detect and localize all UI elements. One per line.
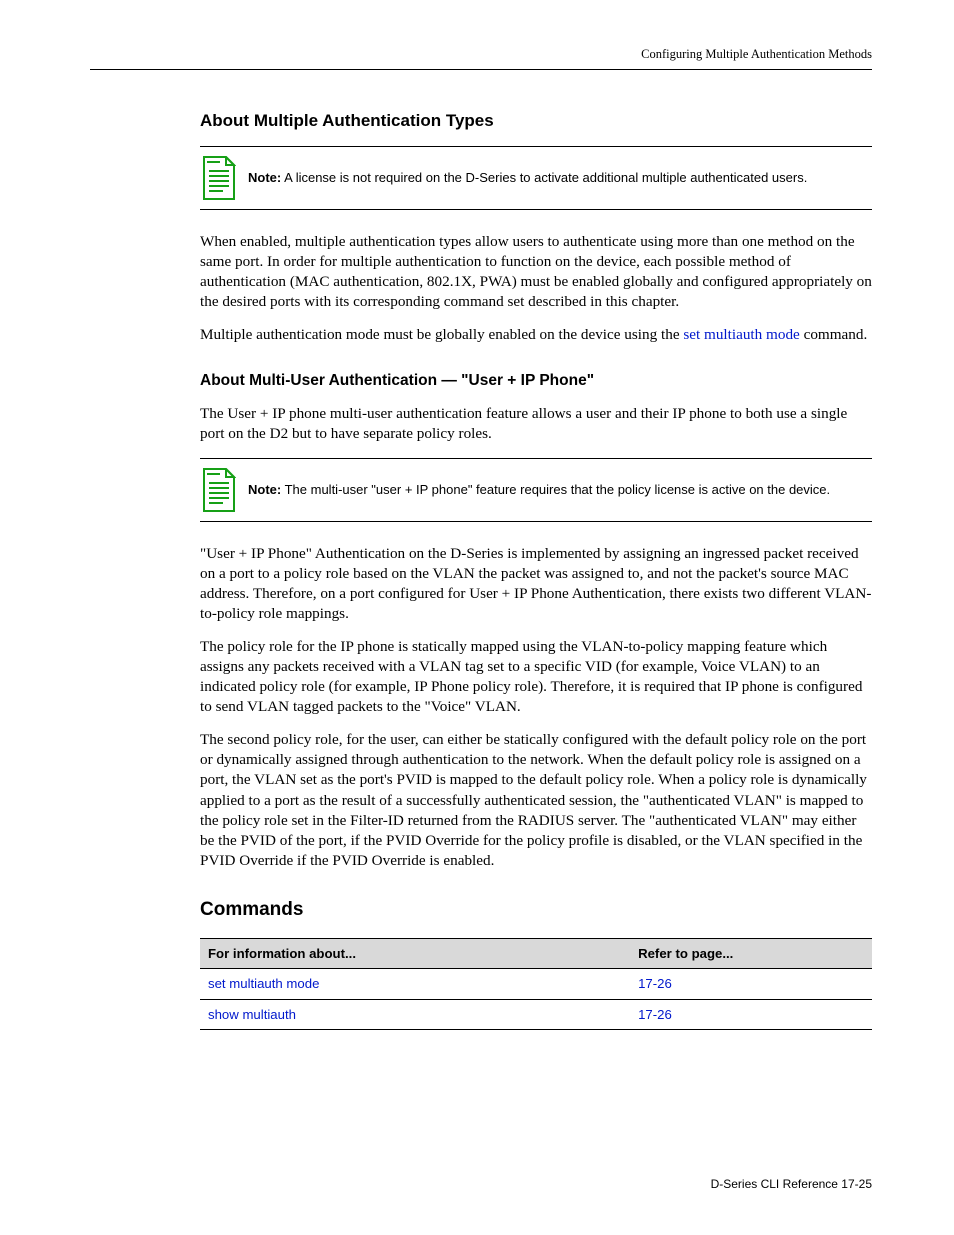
cmd-cell: show multiauth [200, 999, 630, 1029]
main-content: About Multiple Authentication Types Note… [200, 110, 872, 1031]
note-box-1: Note: A license is not required on the D… [200, 146, 872, 210]
note-label-2: Note: [248, 482, 281, 497]
paragraph-4: "User + IP Phone" Authentication on the … [200, 544, 872, 624]
cmd-cell: set multiauth mode [200, 969, 630, 999]
page-link[interactable]: 17-26 [638, 1007, 672, 1022]
note-page-icon [200, 155, 236, 201]
link-set-multiauth-mode[interactable]: set multiauth mode [683, 326, 799, 343]
paragraph-6: The second policy role, for the user, ca… [200, 730, 872, 870]
table-header-info: For information about... [200, 938, 630, 968]
note-body-2: The multi-user "user + IP phone" feature… [285, 482, 831, 497]
page-cell: 17-26 [630, 969, 872, 999]
note-label-1: Note: [248, 170, 281, 185]
heading-about-multiuser-auth: About Multi-User Authentication — "User … [200, 371, 872, 391]
note-text-2: Note: The multi-user "user + IP phone" f… [248, 481, 830, 499]
note-body-1: A license is not required on the D-Serie… [284, 170, 807, 185]
note-box-2: Note: The multi-user "user + IP phone" f… [200, 458, 872, 522]
page-cell: 17-26 [630, 999, 872, 1029]
table-header-page: Refer to page... [630, 938, 872, 968]
paragraph-5: The policy role for the IP phone is stat… [200, 637, 872, 717]
cmd-link[interactable]: set multiauth mode [208, 976, 319, 991]
page-footer: D-Series CLI Reference 17-25 [711, 1177, 872, 1193]
paragraph-1: When enabled, multiple authentication ty… [200, 232, 872, 312]
table-row: show multiauth 17-26 [200, 999, 872, 1029]
paragraph-2: Multiple authentication mode must be glo… [200, 325, 872, 345]
note-page-icon [200, 467, 236, 513]
top-rule [90, 69, 872, 70]
paragraph-3: The User + IP phone multi-user authentic… [200, 404, 872, 444]
cmd-link[interactable]: show multiauth [208, 1007, 296, 1022]
running-header: Configuring Multiple Authentication Meth… [90, 46, 872, 63]
table-row: set multiauth mode 17-26 [200, 969, 872, 999]
note-text-1: Note: A license is not required on the D… [248, 169, 807, 187]
page-link[interactable]: 17-26 [638, 976, 672, 991]
page: Configuring Multiple Authentication Meth… [0, 0, 954, 1235]
paragraph-2b: command. [800, 326, 867, 343]
heading-commands: Commands [200, 897, 872, 922]
heading-about-multiple-auth-types: About Multiple Authentication Types [200, 110, 872, 132]
commands-table: For information about... Refer to page..… [200, 938, 872, 1030]
paragraph-2a: Multiple authentication mode must be glo… [200, 326, 683, 343]
